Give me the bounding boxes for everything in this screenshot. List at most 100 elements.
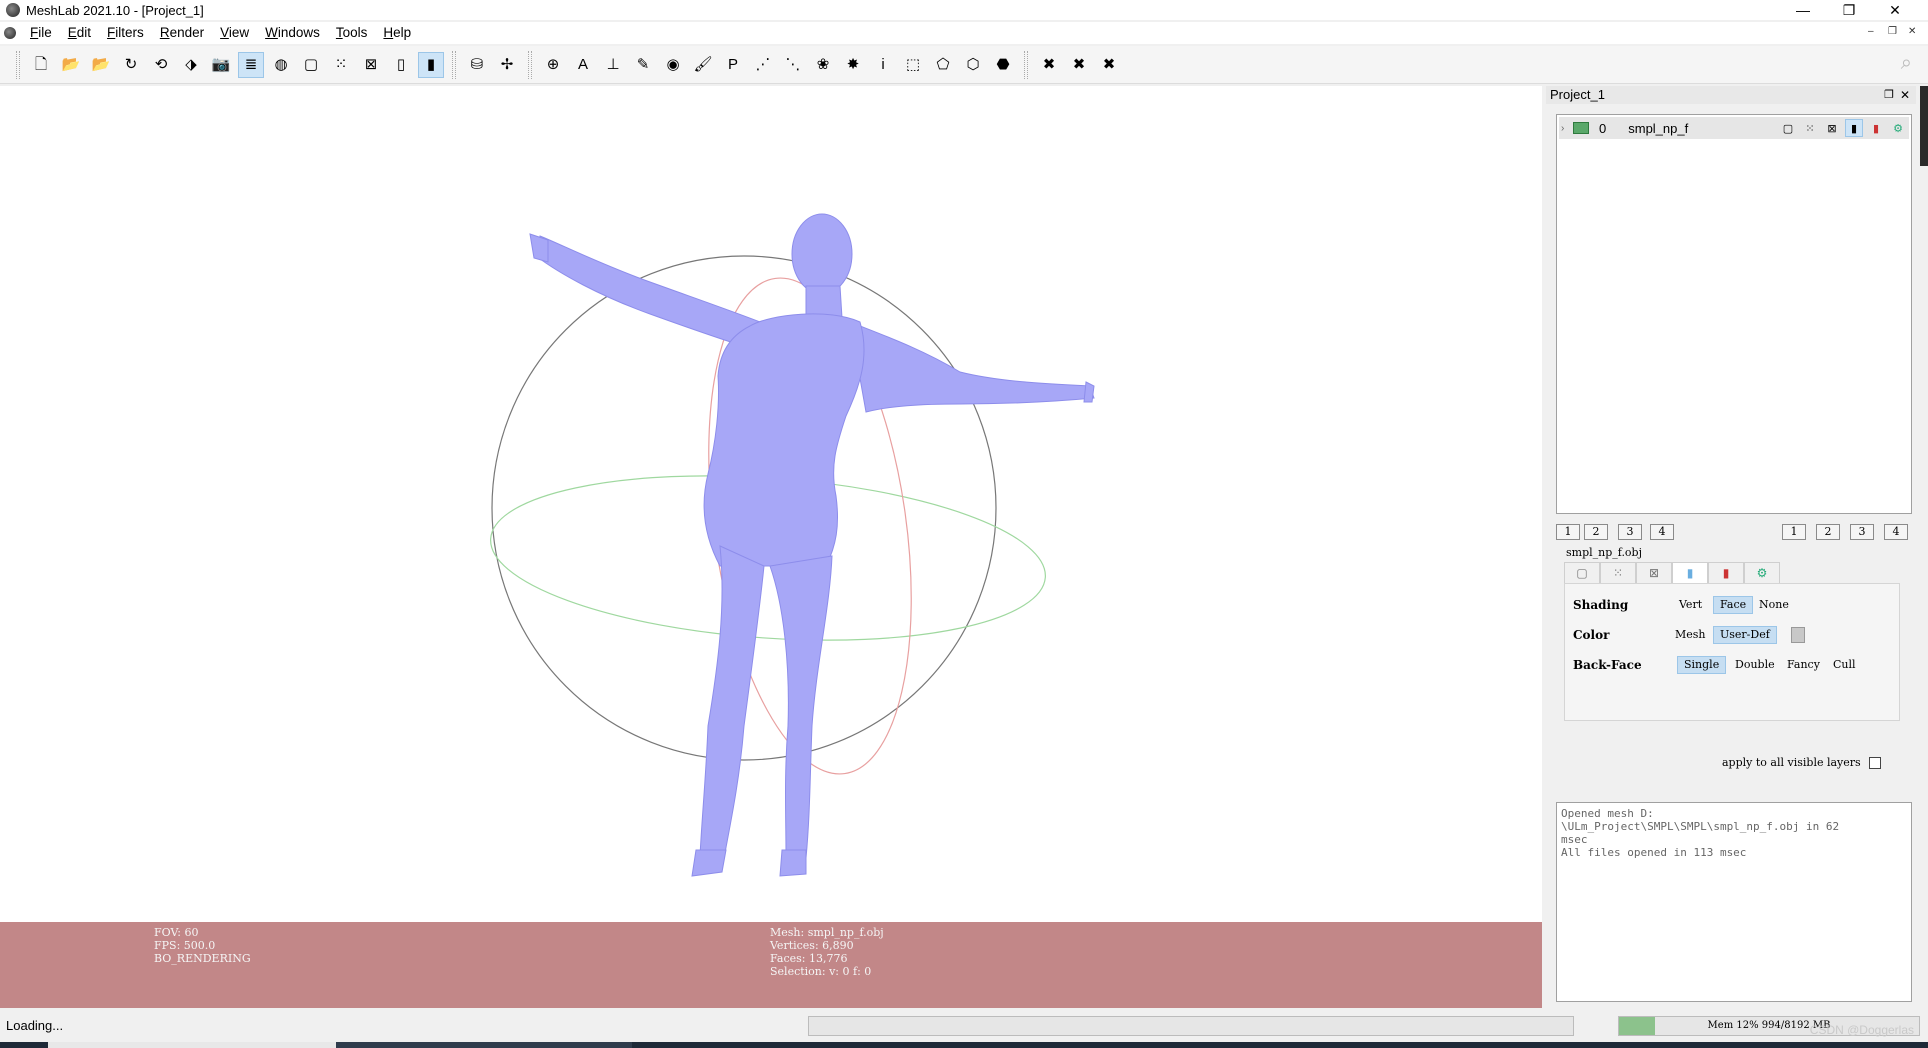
backface-double-option[interactable]: Double: [1729, 656, 1781, 674]
raster-left-3-button[interactable]: 3: [1618, 524, 1642, 540]
restore-button[interactable]: ❐: [1826, 0, 1872, 20]
minimize-button[interactable]: —: [1780, 0, 1826, 20]
color-swatch[interactable]: [1791, 627, 1805, 643]
mdi-minimize-button[interactable]: –: [1868, 26, 1874, 37]
delete-all-icon[interactable]: ✖: [1096, 52, 1122, 78]
tab-points[interactable]: ⁙: [1600, 562, 1636, 584]
select-poly-icon[interactable]: ⬠: [930, 52, 956, 78]
bbox-icon[interactable]: ▢: [298, 52, 324, 78]
points-icon[interactable]: ⁙: [328, 52, 354, 78]
raster-left-2-button[interactable]: 2: [1584, 524, 1608, 540]
tab-texture[interactable]: ▮: [1708, 562, 1744, 584]
select-rect-icon[interactable]: ⬚: [900, 52, 926, 78]
raster-left-4-button[interactable]: 4: [1650, 524, 1674, 540]
shading-none-option[interactable]: None: [1753, 596, 1795, 614]
reload-icon[interactable]: ↻: [118, 52, 144, 78]
light-icon[interactable]: ⛁: [464, 52, 490, 78]
viewport-canvas[interactable]: [0, 86, 1542, 922]
tab-wire[interactable]: ⊠: [1636, 562, 1672, 584]
window-title: MeshLab 2021.10 - [Project_1]: [26, 2, 204, 18]
layer-name[interactable]: smpl_np_f: [1628, 121, 1688, 136]
layer-options-icon[interactable]: ⚙: [1889, 119, 1907, 137]
menu-file[interactable]: File: [22, 22, 60, 44]
backface-single-option[interactable]: Single: [1677, 656, 1727, 674]
flat-shading-icon[interactable]: ▯: [388, 52, 414, 78]
close-button[interactable]: ✕: [1872, 0, 1918, 20]
layer-solid-icon[interactable]: ▮: [1845, 119, 1863, 137]
raster-right-4-button[interactable]: 4: [1884, 524, 1908, 540]
mdi-restore-button[interactable]: ❐: [1888, 26, 1897, 37]
delete-vertices-icon[interactable]: ✖: [1036, 52, 1062, 78]
layer-row[interactable]: › 0 smpl_np_f ▢ ⁙ ⊠ ▮ ▮ ⚙: [1559, 117, 1909, 139]
import-mesh-icon[interactable]: 📂: [88, 52, 114, 78]
menu-render[interactable]: Render: [152, 22, 212, 44]
dock-close-icon[interactable]: ✕: [1900, 86, 1910, 104]
color-userdef-option[interactable]: User-Def: [1713, 626, 1777, 644]
backface-fancy-option[interactable]: Fancy: [1781, 656, 1826, 674]
select-vertices-icon[interactable]: ⋰: [750, 52, 776, 78]
tab-bbox[interactable]: ▢: [1564, 562, 1600, 584]
menu-windows[interactable]: Windows: [257, 22, 328, 44]
toolbar-grip[interactable]: [528, 50, 532, 79]
menu-edit[interactable]: Edit: [60, 22, 99, 44]
new-project-icon[interactable]: 🗋: [28, 52, 54, 78]
tab-options[interactable]: ⚙: [1744, 562, 1780, 584]
delete-faces-icon[interactable]: ✖: [1066, 52, 1092, 78]
dock-edge-scrollbar[interactable]: [1920, 86, 1928, 166]
layer-wire-icon[interactable]: ⊠: [1823, 119, 1841, 137]
select-conn-icon[interactable]: ⬡: [960, 52, 986, 78]
axis-icon[interactable]: ✢: [494, 52, 520, 78]
open-project-icon[interactable]: 📂: [58, 52, 84, 78]
meshlab-logo-icon: [6, 3, 20, 17]
toolbar-grip[interactable]: [1024, 50, 1028, 79]
selection-readout: Selection: v: 0 f: 0: [770, 965, 872, 978]
wireframe-icon[interactable]: ⊠: [358, 52, 384, 78]
pickpoints-icon[interactable]: P: [720, 52, 746, 78]
menu-tools[interactable]: Tools: [328, 22, 376, 44]
raster-left-1-button[interactable]: 1: [1556, 524, 1580, 540]
color-mesh-option[interactable]: Mesh: [1669, 626, 1712, 644]
align-icon[interactable]: ✎: [630, 52, 656, 78]
paint-icon[interactable]: 🖌: [690, 52, 716, 78]
raster-icon[interactable]: ◍: [268, 52, 294, 78]
raster-right-1-button[interactable]: 1: [1782, 524, 1806, 540]
menu-help[interactable]: Help: [375, 22, 419, 44]
mdi-system-menu-icon[interactable]: [4, 27, 16, 39]
measure-icon[interactable]: ⊥: [600, 52, 626, 78]
mdi-close-button[interactable]: ✕: [1908, 26, 1916, 37]
annotate-icon[interactable]: A: [570, 52, 596, 78]
snapshot-icon[interactable]: 📷: [208, 52, 234, 78]
backface-cull-option[interactable]: Cull: [1827, 656, 1862, 674]
select-components-icon[interactable]: ❀: [810, 52, 836, 78]
trackball-icon[interactable]: ⊕: [540, 52, 566, 78]
export-mesh-icon[interactable]: ⬗: [178, 52, 204, 78]
shading-face-option[interactable]: Face: [1713, 596, 1754, 614]
search-icon[interactable]: ⌕: [1901, 52, 1912, 75]
layers-icon[interactable]: ≣: [238, 51, 264, 78]
reload-all-icon[interactable]: ⟲: [148, 52, 174, 78]
toolbar-grip[interactable]: [16, 50, 20, 79]
toolbar-grip[interactable]: [452, 50, 456, 79]
dock-float-icon[interactable]: ❐: [1884, 86, 1894, 104]
layer-points-icon[interactable]: ⁙: [1801, 119, 1819, 137]
select-region-icon[interactable]: ⬣: [990, 52, 1016, 78]
smooth-shading-icon[interactable]: ▮: [418, 51, 444, 78]
raster-right-3-button[interactable]: 3: [1850, 524, 1874, 540]
apply-all-checkbox[interactable]: [1868, 756, 1881, 769]
shading-vert-option[interactable]: Vert: [1673, 596, 1708, 614]
layer-texture-icon[interactable]: ▮: [1867, 119, 1885, 137]
mesh-file-label: smpl_np_f.obj: [1566, 546, 1643, 559]
camera-icon[interactable]: ◉: [660, 52, 686, 78]
main-toolbar: 🗋 📂 📂 ↻ ⟲ ⬗ 📷 ≣ ◍ ▢ ⁙ ⊠ ▯ ▮ ⛁ ✢ ⊕ A ⊥ ✎ ◉ 🖌 P ⋰ ⋱ ❀ ✸ i ⬚ ⬠ ⬡ ⬣ ✖ ✖ ✖: [0, 46, 1928, 84]
chevron-right-icon[interactable]: ›: [1561, 123, 1571, 134]
menu-view[interactable]: View: [212, 22, 257, 44]
info-icon[interactable]: i: [870, 52, 896, 78]
visibility-toggle-icon[interactable]: [1573, 122, 1589, 134]
tab-solid[interactable]: ▮: [1672, 562, 1708, 584]
select-faces-icon[interactable]: ⋱: [780, 52, 806, 78]
raster-right-2-button[interactable]: 2: [1816, 524, 1840, 540]
3d-viewport[interactable]: [0, 86, 1542, 922]
layer-bbox-icon[interactable]: ▢: [1779, 119, 1797, 137]
menu-filters[interactable]: Filters: [99, 22, 152, 44]
georef-icon[interactable]: ✸: [840, 52, 866, 78]
